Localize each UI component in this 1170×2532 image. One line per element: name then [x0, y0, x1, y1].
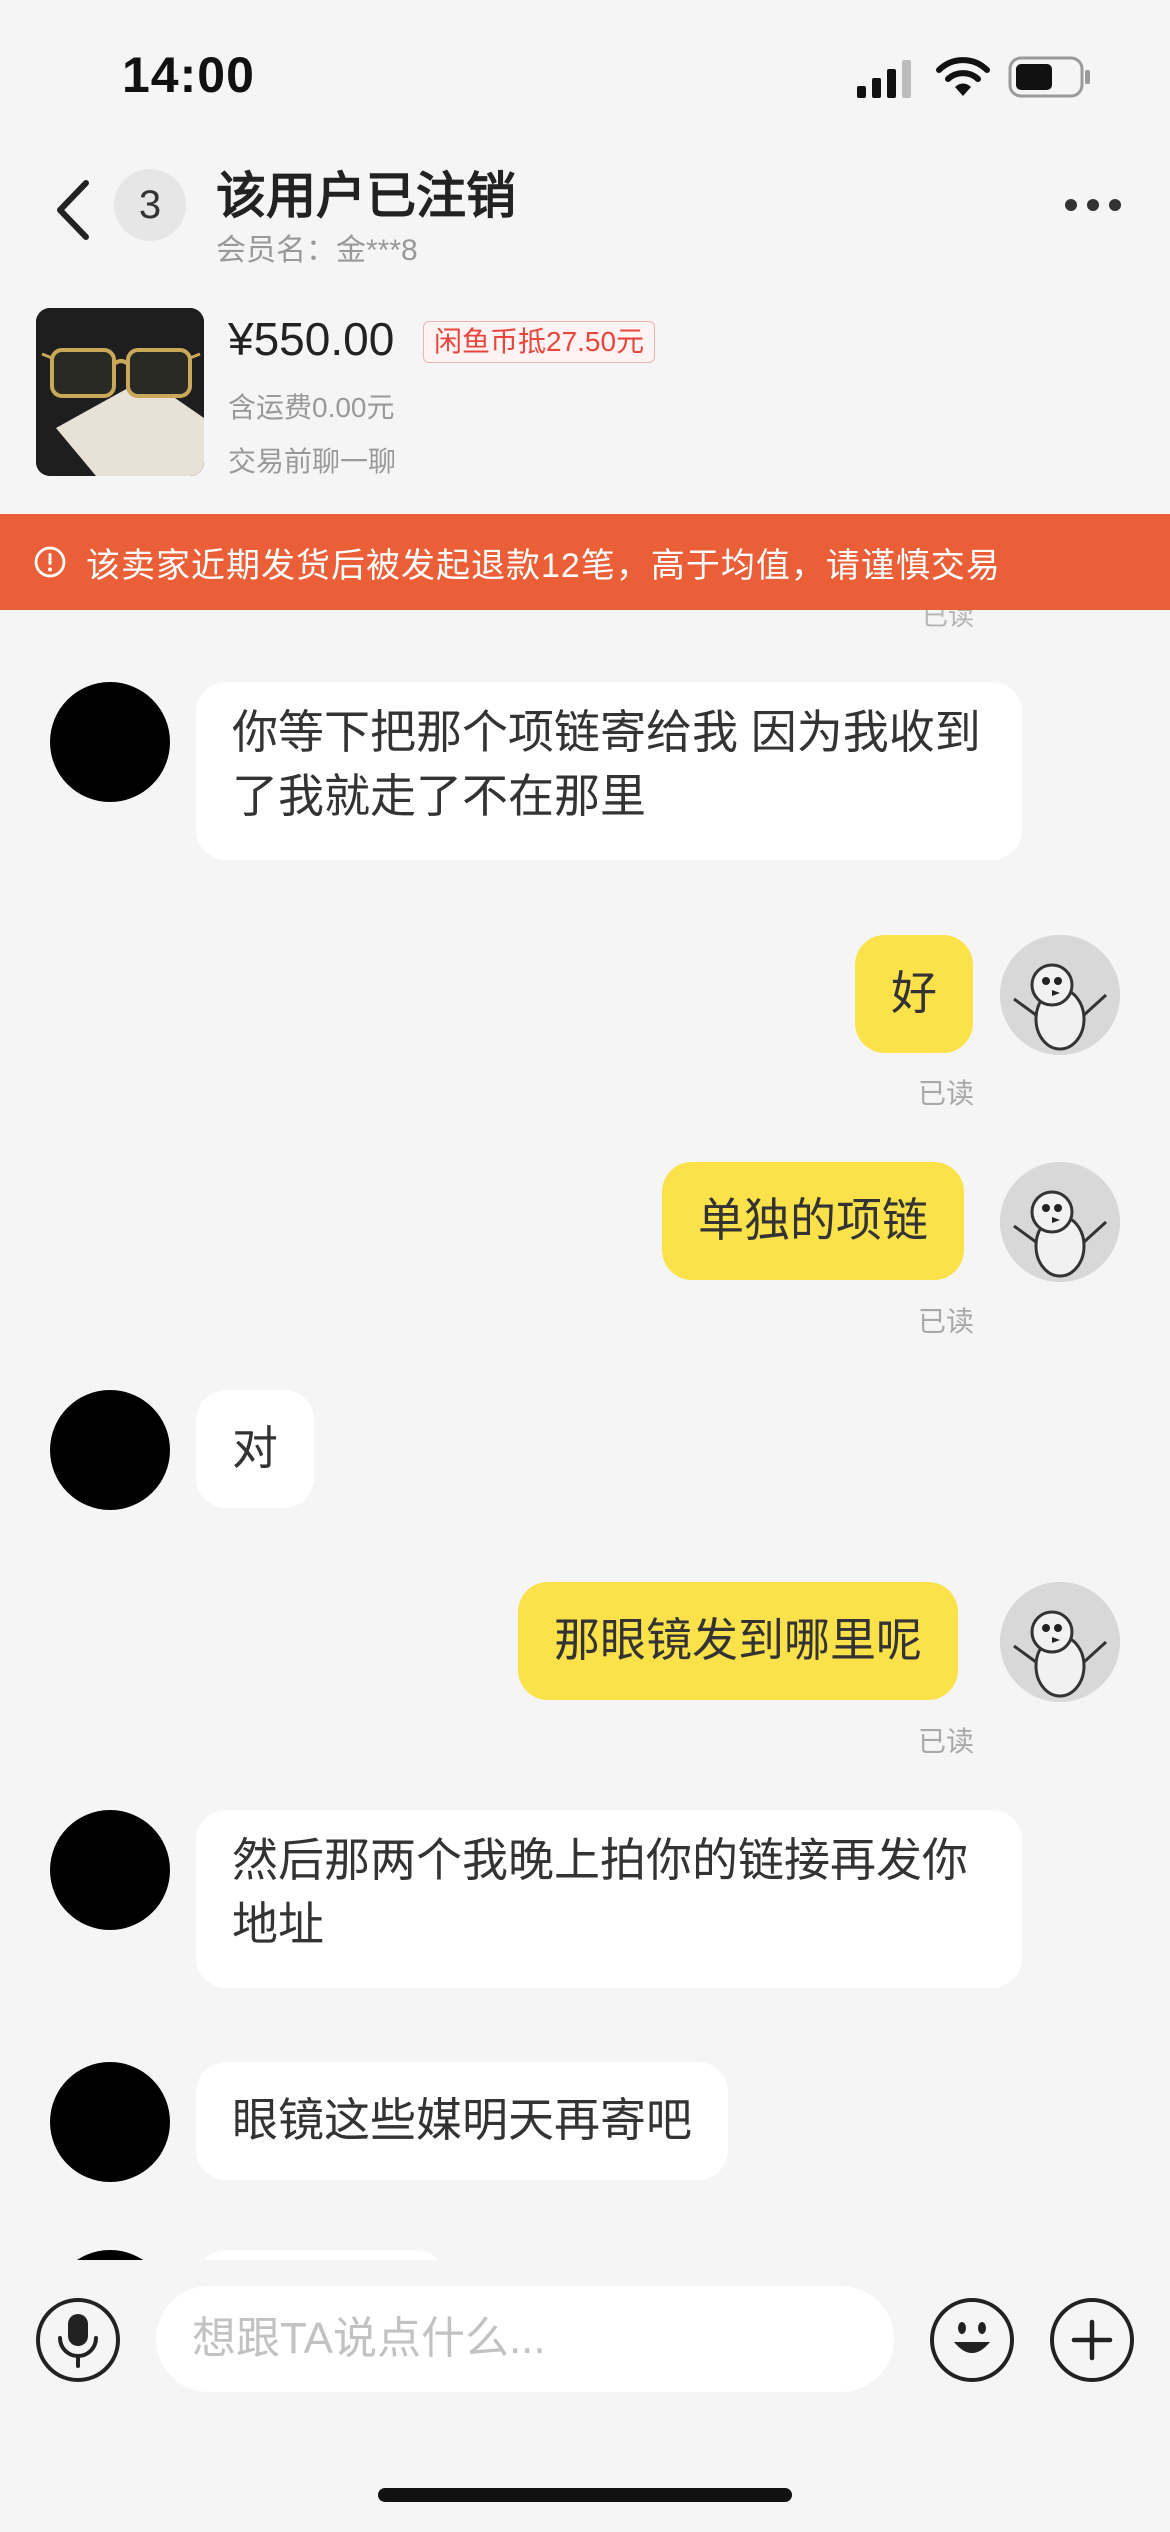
risk-warning-banner: 该卖家近期发货后被发起退款12笔，高于均值，请谨慎交易: [0, 514, 1170, 610]
chevron-left-icon: [57, 180, 89, 240]
smiley-icon: [954, 2322, 990, 2353]
voice-input-button[interactable]: [36, 2298, 120, 2382]
message-bubble-outgoing[interactable]: 好: [855, 935, 973, 1053]
message-input[interactable]: [156, 2286, 894, 2392]
bird-doodle-avatar: [1000, 1162, 1120, 1282]
cellular-signal-icon: [857, 60, 911, 98]
product-price: ¥550.00: [228, 313, 395, 365]
product-thumbnail[interactable]: [36, 308, 204, 476]
contact-avatar[interactable]: [50, 2250, 170, 2260]
message-bubble-incoming[interactable]: [196, 2250, 446, 2260]
my-avatar[interactable]: [1000, 935, 1120, 1055]
my-avatar[interactable]: [1000, 1582, 1120, 1702]
contact-avatar[interactable]: [50, 1810, 170, 1930]
read-receipt: 已读: [917, 1306, 974, 1337]
home-indicator: [378, 2488, 792, 2502]
my-avatar[interactable]: [1000, 1162, 1120, 1282]
message-bubble-incoming[interactable]: 对: [196, 1390, 314, 1508]
battery-icon: [1008, 56, 1090, 98]
bird-doodle-avatar: [1000, 935, 1120, 1055]
plus-icon: [1071, 2319, 1113, 2361]
wifi-icon: [936, 57, 990, 96]
emoji-button[interactable]: [930, 2298, 1014, 2382]
page-title: 该用户已注销: [216, 168, 516, 224]
member-name: 会员名：金***8: [216, 234, 418, 267]
back-button[interactable]: [40, 170, 106, 250]
shipping-fee: 含运费0.00元: [228, 392, 395, 423]
exclamation-circle-icon: [34, 546, 66, 578]
unread-count-badge: 3: [114, 169, 186, 241]
pre-trade-chat-link[interactable]: 交易前聊一聊: [228, 440, 396, 480]
status-time: 14:00: [122, 47, 255, 103]
warning-text: 该卖家近期发货后被发起退款12笔，高于均值，请谨慎交易: [86, 546, 1001, 585]
more-actions-button[interactable]: [1050, 2298, 1134, 2382]
sunglasses-photo: [36, 308, 204, 476]
message-bubble-outgoing[interactable]: 单独的项链: [662, 1162, 964, 1280]
message-bubble-incoming[interactable]: 然后那两个我晚上拍你的链接再发你地址: [196, 1810, 1022, 1988]
bird-doodle-avatar: [1000, 1582, 1120, 1702]
message-bubble-incoming[interactable]: 你等下把那个项链寄给我 因为我收到了我就走了不在那里: [196, 682, 1022, 860]
contact-avatar[interactable]: [50, 1390, 170, 1510]
message-bubble-incoming[interactable]: 眼镜这些媒明天再寄吧: [196, 2062, 728, 2180]
more-options-button[interactable]: [1055, 180, 1131, 230]
message-bubble-outgoing[interactable]: 那眼镜发到哪里呢: [518, 1582, 958, 1700]
read-receipt: 已读: [917, 1078, 974, 1109]
microphone-icon: [58, 2314, 98, 2368]
contact-avatar[interactable]: [50, 2062, 170, 2182]
chat-message-list[interactable]: 已读 你等下把那个项链寄给我 因为我收到了我就走了不在那里 好 已读 单独的项链…: [0, 610, 1170, 2260]
coin-discount-tag: 闲鱼币抵27.50元: [423, 321, 656, 363]
read-receipt: 已读: [917, 1726, 974, 1757]
read-receipt: 已读: [921, 610, 974, 631]
contact-avatar[interactable]: [50, 682, 170, 802]
more-dots-icon: [1065, 199, 1077, 211]
